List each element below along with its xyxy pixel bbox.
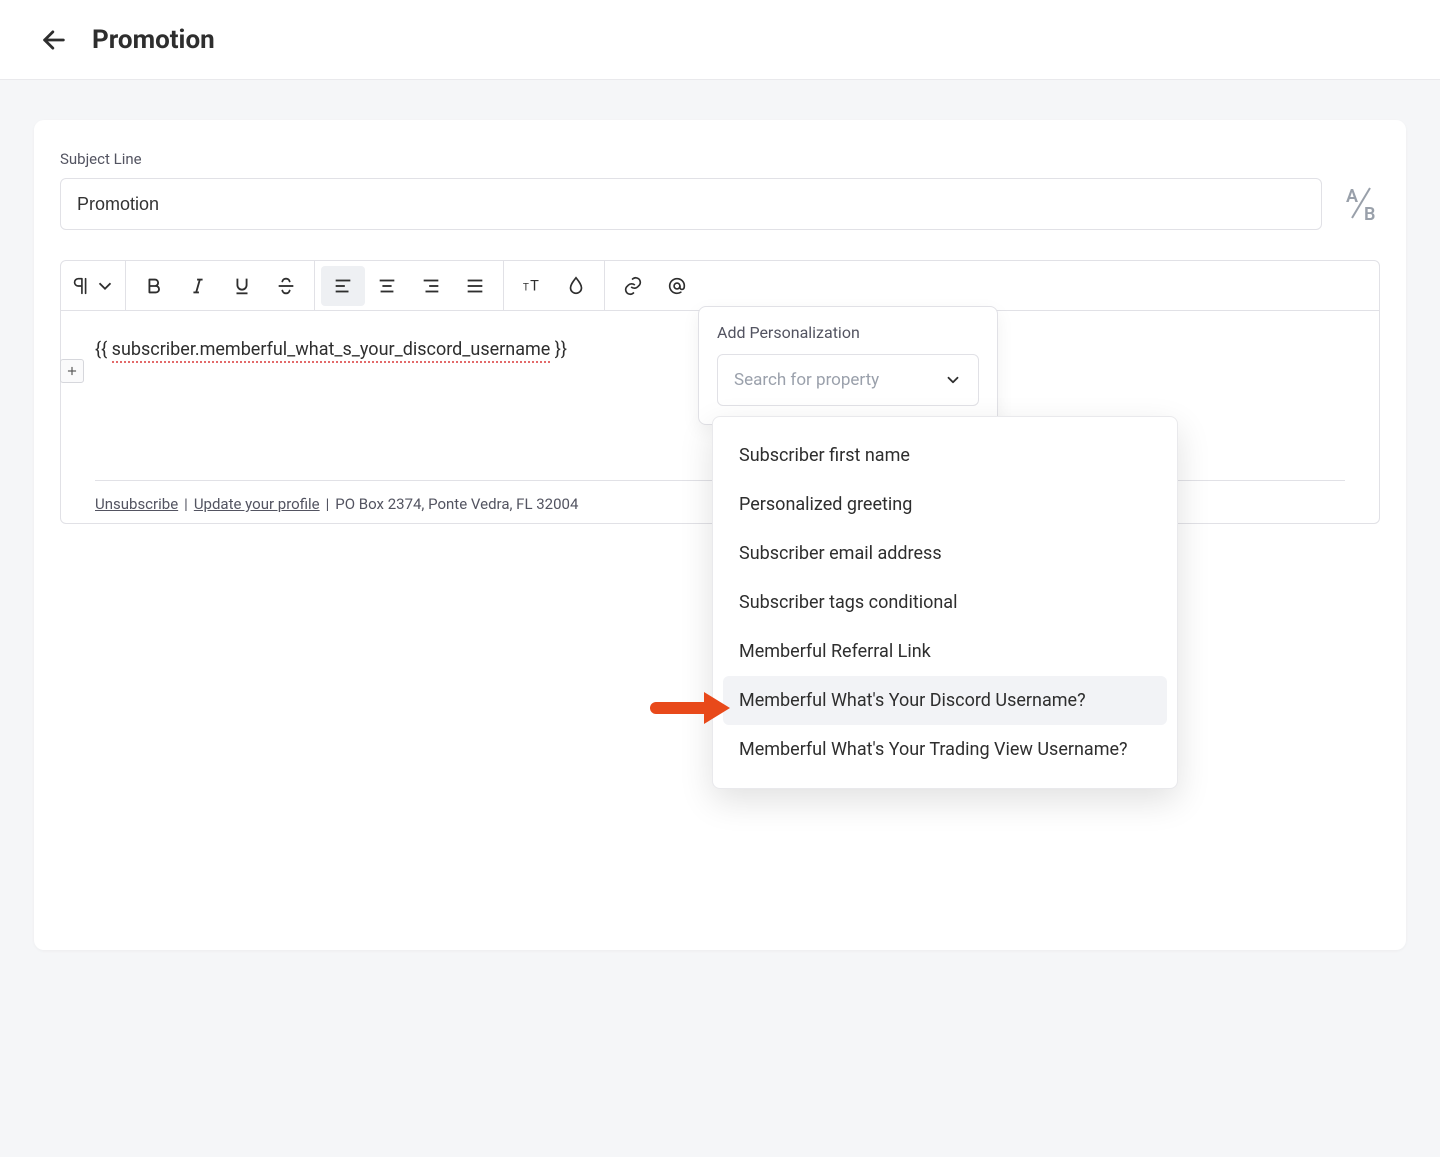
menu-item[interactable]: Subscriber first name: [723, 431, 1167, 480]
paragraph-style-button[interactable]: [67, 266, 119, 306]
personalization-placeholder: Search for property: [734, 370, 879, 390]
content-canvas: Subject Line AB: [0, 80, 1440, 990]
toolbar-group-formatting: [126, 261, 315, 310]
align-right-button[interactable]: [409, 266, 453, 306]
svg-text:T: T: [530, 276, 539, 294]
toolbar-group-align: [315, 261, 504, 310]
ab-test-icon[interactable]: AB: [1340, 184, 1380, 224]
link-button[interactable]: [611, 266, 655, 306]
svg-text:A: A: [1346, 186, 1358, 207]
editor-toolbar: TT: [61, 261, 1379, 311]
svg-text:T: T: [523, 282, 529, 293]
personalization-panel: Add Personalization Search for property: [698, 306, 998, 425]
personalization-title: Add Personalization: [717, 323, 979, 342]
back-arrow-icon[interactable]: [40, 26, 68, 54]
underline-button[interactable]: [220, 266, 264, 306]
menu-item[interactable]: Personalized greeting: [723, 480, 1167, 529]
footer-sep1: |: [184, 495, 188, 513]
update-profile-link[interactable]: Update your profile: [194, 495, 320, 513]
toolbar-group-text: TT: [504, 261, 605, 310]
menu-item[interactable]: Memberful What's Your Trading View Usern…: [723, 725, 1167, 774]
subject-row: AB: [60, 178, 1380, 230]
menu-item[interactable]: Memberful Referral Link: [723, 627, 1167, 676]
annotation-arrow-icon: [650, 688, 730, 732]
page-title: Promotion: [92, 25, 215, 55]
template-open: {{: [95, 339, 112, 360]
page-header: Promotion: [0, 0, 1440, 80]
bold-button[interactable]: [132, 266, 176, 306]
chevron-down-icon: [944, 371, 962, 389]
add-block-button[interactable]: [60, 359, 84, 383]
strikethrough-button[interactable]: [264, 266, 308, 306]
personalization-select[interactable]: Search for property: [717, 354, 979, 406]
menu-item[interactable]: Memberful What's Your Discord Username?: [723, 676, 1167, 725]
align-center-button[interactable]: [365, 266, 409, 306]
align-left-button[interactable]: [321, 266, 365, 306]
text-color-button[interactable]: [554, 266, 598, 306]
email-editor-card: Subject Line AB: [34, 120, 1406, 950]
mention-button[interactable]: [655, 266, 699, 306]
italic-button[interactable]: [176, 266, 220, 306]
subject-input[interactable]: [60, 178, 1322, 230]
menu-item[interactable]: Subscriber tags conditional: [723, 578, 1167, 627]
editor-template-variable: subscriber.memberful_what_s_your_discord…: [112, 339, 551, 363]
toolbar-group-paragraph: [61, 261, 126, 310]
align-justify-button[interactable]: [453, 266, 497, 306]
footer-sep2: |: [326, 495, 330, 513]
svg-text:B: B: [1364, 204, 1375, 224]
personalization-dropdown: Subscriber first name Personalized greet…: [712, 416, 1178, 789]
unsubscribe-link[interactable]: Unsubscribe: [95, 495, 178, 513]
menu-item[interactable]: Subscriber email address: [723, 529, 1167, 578]
template-close: }}: [550, 339, 567, 360]
footer-address: PO Box 2374, Ponte Vedra, FL 32004: [335, 495, 578, 513]
subject-label: Subject Line: [60, 150, 1380, 168]
toolbar-group-insert: [605, 261, 705, 310]
text-size-button[interactable]: TT: [510, 266, 554, 306]
